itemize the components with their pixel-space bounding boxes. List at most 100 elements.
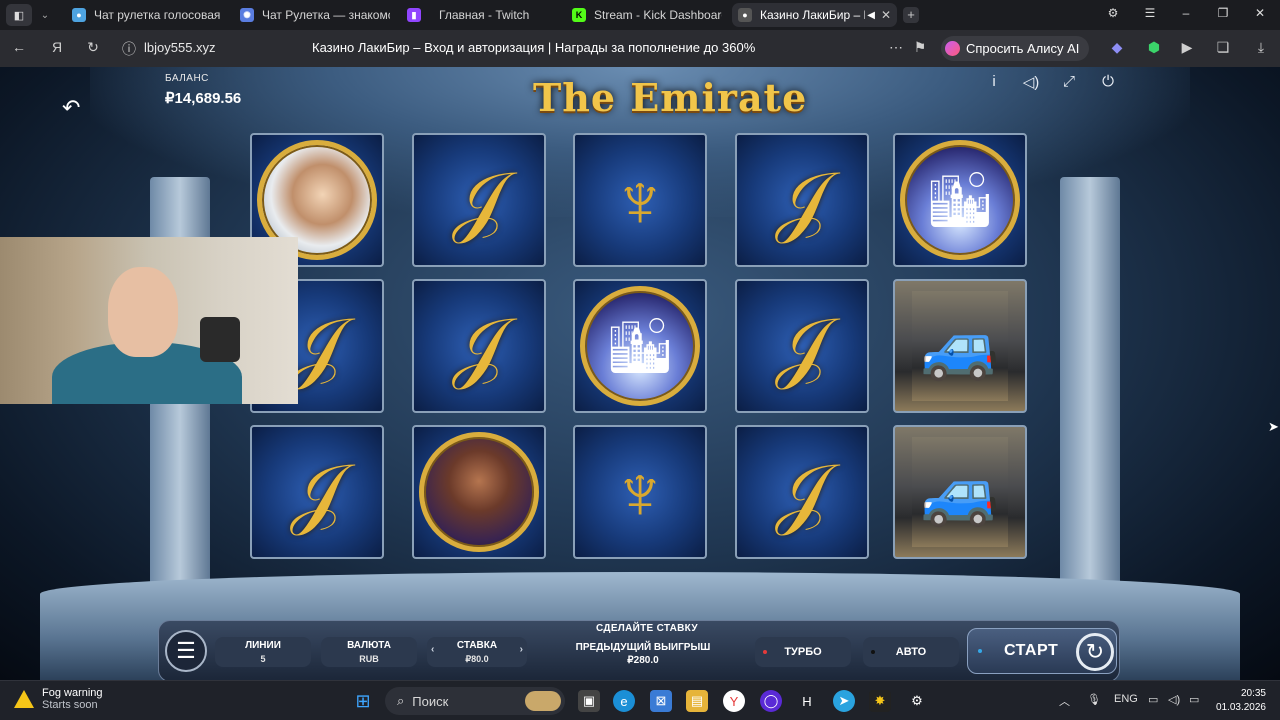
start-button[interactable]: СТАРТ ↻ [967,628,1117,674]
tray-chevron-icon[interactable]: ︿ [1059,693,1070,709]
reel-symbol-truck: 🚙 [893,425,1027,559]
sidebar-toggle-icon[interactable]: ◧ [6,4,32,26]
reel-symbol-dagger: 𝒥 [412,279,546,413]
search-placeholder: Поиск [412,693,449,709]
reload-icon[interactable]: ↻ [84,39,102,56]
reel-symbol-hookah: ♆ [573,425,707,559]
fullscreen-icon[interactable]: ⤢ [1060,73,1078,90]
right-pillar [1060,177,1120,597]
weather-title: Fog warning [42,687,103,699]
reel-symbol-woman [412,425,546,559]
reel-4: 𝒥𝒥𝒥 [731,133,871,569]
tab-strip: ◧ ⌄ ● Чат рулетка голосовая – ✺ Чат Руле… [0,0,1280,30]
task-view-icon[interactable]: ▣ [578,690,600,712]
auto-toggle[interactable]: АВТО [863,637,959,667]
search-highlight-icon [525,691,561,711]
reel-symbol-dagger: 𝒥 [735,425,869,559]
currency-label: ВАЛЮТА [347,640,391,651]
reel-symbol-truck: 🚙 [893,279,1027,413]
control-bar: ☰ СДЕЛАЙТЕ СТАВКУ ЛИНИИ 5 ВАЛЮТА RUB ‹ С… [158,620,1120,680]
clock-time: 20:35 [1240,688,1266,699]
download-icon[interactable]: ⤓ [1252,39,1270,56]
game-menu-button[interactable]: ☰ [165,630,207,672]
turbo-toggle[interactable]: ТУРБО [755,637,851,667]
casino-icon: ● [738,8,752,22]
edge-icon[interactable]: e [613,690,635,712]
explorer-icon[interactable]: ▤ [686,690,708,712]
search-icon: ⌕ [397,693,405,708]
auto-indicator-icon [871,650,875,654]
spin-icon[interactable]: ↻ [1076,633,1114,671]
start-menu-icon[interactable]: ⊞ [352,690,374,712]
menu-icon[interactable]: ☰ [1142,6,1158,20]
microphone-icon[interactable]: 🎙 [1087,693,1101,706]
tab-title: Stream - Kick Dashboard [594,8,722,22]
reel-2: 𝒥𝒥 [408,133,548,569]
speaker-icon[interactable]: ◀ [867,10,875,21]
telegram-icon[interactable]: ➤ [833,690,855,712]
h-app-icon[interactable]: H [796,690,818,712]
clock[interactable]: 20:35 01.03.2026 [1214,687,1266,715]
language-indicator[interactable]: ENG [1114,693,1138,705]
turbo-indicator-icon [763,650,767,654]
dagger-icon: 𝒥 [452,302,506,390]
info-icon[interactable]: i [985,73,1003,90]
start-indicator-icon [978,649,982,653]
tab-chat-roulette-dating[interactable]: ✺ Чат Рулетка — знакомств [240,3,390,27]
url-domain[interactable]: lbjoy555.xyz [144,40,216,55]
dagger-icon: 𝒥 [775,448,829,536]
tab-title: Казино ЛакиБир – В [760,8,866,22]
tab-list-chevron-icon[interactable]: ⌄ [36,10,54,21]
bet-decrease-icon[interactable]: ‹ [431,644,434,656]
gamepad-icon[interactable]: ◆ [1108,39,1126,56]
currency-value: RUB [359,654,379,664]
hookah-icon: ♆ [610,448,670,536]
weather-widget[interactable]: Fog warning Starts soon [14,687,103,711]
network-icon[interactable]: ▭ [1148,693,1158,706]
play-icon[interactable]: ▶ [1178,39,1196,56]
volume-icon[interactable]: ◁) [1168,693,1180,706]
yandex-icon[interactable]: Я [48,39,66,55]
ask-alisa-button[interactable]: Спросить Алису AI [941,36,1090,61]
store-icon[interactable]: ⊠ [650,690,672,712]
page-title[interactable]: Казино ЛакиБир – Вход и авторизация | На… [312,40,755,55]
back-icon[interactable]: ← [10,39,28,55]
taskbar-search[interactable]: ⌕ Поиск [385,687,565,715]
tab-title: Чат Рулетка — знакомств [262,8,390,22]
new-tab-button[interactable]: + [903,7,919,23]
tab-kick-dashboard[interactable]: K Stream - Kick Dashboard [572,3,722,27]
close-tab-icon[interactable]: ✕ [881,8,891,22]
dagger-icon: 𝒥 [452,156,506,244]
tab-chat-roulette-voice[interactable]: ● Чат рулетка голосовая – [72,3,222,27]
currency-selector[interactable]: ВАЛЮТА RUB [321,637,417,667]
shield-icon[interactable]: ⬢ [1145,39,1163,56]
sound-icon[interactable]: ◁) [1022,73,1040,91]
yandex-browser-icon[interactable]: Y [723,690,745,712]
tab-casino-active[interactable]: ● Казино ЛакиБир – В ◀ ✕ [732,3,897,27]
bet-selector[interactable]: ‹ СТАВКА ₽80.0 › [427,637,527,667]
battery-icon[interactable]: ▭ [1189,693,1199,706]
bookmark-icon[interactable]: ⚑ [911,39,929,56]
site-info-icon[interactable]: ⓘ [120,39,138,59]
back-arrow-icon[interactable]: ↶ [62,95,80,121]
power-icon[interactable]: ⏻ [1099,73,1117,90]
warning-icon [14,690,34,708]
tab-twitch[interactable]: ▮ Главная - Twitch [407,3,557,27]
app-star-icon[interactable]: ✸ [869,690,891,712]
extensions-icon[interactable]: ⚙ [1105,6,1121,20]
previous-win: ПРЕДЫДУЩИЙ ВЫИГРЫШ ₽280.0 [559,641,727,667]
minimize-icon[interactable]: – [1178,6,1194,20]
webcam-person-head [108,267,178,357]
reel-symbol-dagger: 𝒥 [735,133,869,267]
close-window-icon[interactable]: ✕ [1252,6,1268,20]
bet-increase-icon[interactable]: › [520,644,523,656]
tab-title: Чат рулетка голосовая – [94,8,222,22]
alisa-app-icon[interactable]: ◯ [760,690,782,712]
restore-icon[interactable]: ❐ [1215,6,1231,20]
collections-icon[interactable]: ❏ [1214,39,1232,56]
globe-icon: ✺ [240,8,254,22]
settings-app-icon[interactable]: ⚙ [906,690,928,712]
game-logo: The Emirate [533,75,808,120]
lines-selector[interactable]: ЛИНИИ 5 [215,637,311,667]
more-icon[interactable]: ⋯ [887,39,905,56]
